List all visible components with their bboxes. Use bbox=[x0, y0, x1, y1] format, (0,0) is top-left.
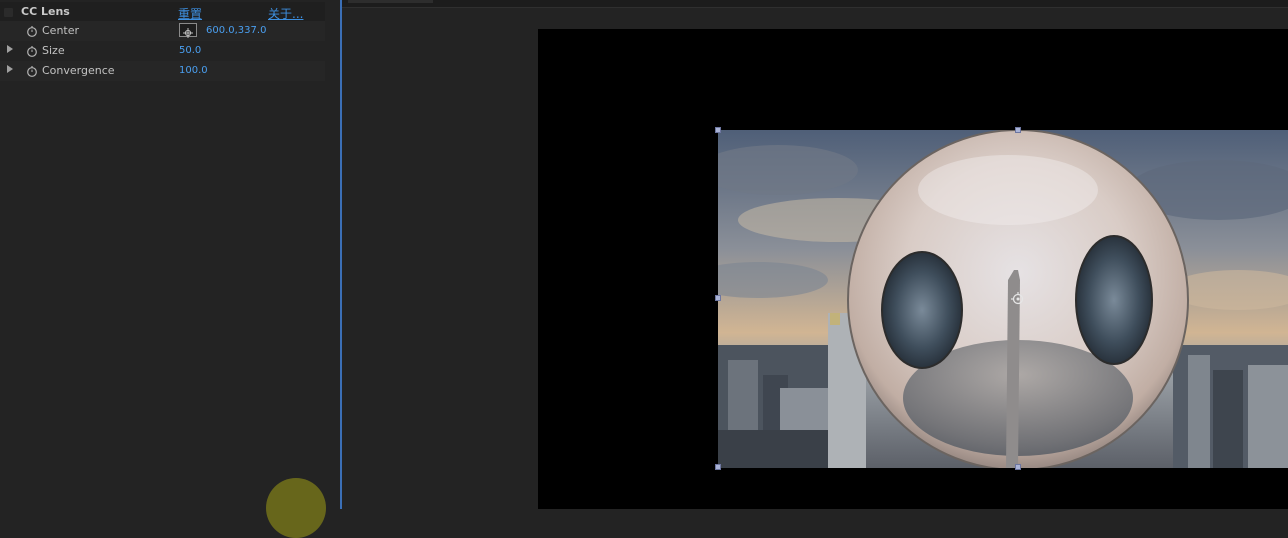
twirl-triangle-icon[interactable] bbox=[7, 65, 13, 73]
twirl-triangle-icon[interactable] bbox=[7, 45, 13, 53]
property-label: Convergence bbox=[42, 64, 115, 77]
effect-enable-toggle[interactable] bbox=[4, 8, 13, 17]
property-label: Size bbox=[42, 44, 65, 57]
transform-handle-top-center[interactable] bbox=[1015, 127, 1021, 133]
property-label: Center bbox=[42, 24, 80, 37]
transform-handle-bottom-center[interactable] bbox=[1015, 464, 1021, 470]
anchor-point-icon[interactable] bbox=[1011, 292, 1025, 306]
stopwatch-icon[interactable] bbox=[26, 45, 38, 57]
effect-name: CC Lens bbox=[21, 5, 70, 18]
property-row-size: Size 50.0 bbox=[0, 41, 325, 61]
effect-header-row: CC Lens 重置 关于... bbox=[0, 2, 325, 22]
transform-handle-middle-left[interactable] bbox=[715, 295, 721, 301]
stopwatch-icon[interactable] bbox=[26, 65, 38, 77]
property-row-convergence: Convergence 100.0 bbox=[0, 61, 325, 81]
layer-image[interactable] bbox=[718, 130, 1288, 468]
center-value[interactable]: 600.0,337.0 bbox=[206, 25, 266, 36]
viewer-tab[interactable] bbox=[348, 0, 433, 3]
transform-handle-top-left[interactable] bbox=[715, 127, 721, 133]
reset-link[interactable]: 重置 bbox=[178, 5, 202, 22]
cursor-highlight bbox=[266, 478, 326, 538]
convergence-value[interactable]: 100.0 bbox=[179, 65, 208, 76]
about-link[interactable]: 关于... bbox=[268, 5, 303, 22]
effect-controls-panel: CC Lens 重置 关于... Center 600.0,337.0 Size… bbox=[0, 0, 340, 538]
size-value[interactable]: 50.0 bbox=[179, 45, 201, 56]
transform-handle-bottom-left[interactable] bbox=[715, 464, 721, 470]
city-skyline-image bbox=[718, 130, 1288, 468]
crosshair-target-icon[interactable] bbox=[179, 23, 197, 38]
stopwatch-icon[interactable] bbox=[26, 25, 38, 37]
viewer-tab-bar bbox=[342, 0, 1288, 8]
property-row-center: Center 600.0,337.0 bbox=[0, 21, 325, 41]
